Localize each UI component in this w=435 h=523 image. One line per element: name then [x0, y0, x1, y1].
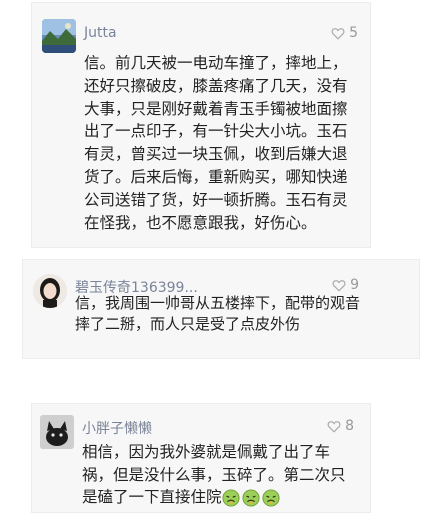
sick-face-emoji-icon: [221, 488, 240, 507]
heart-outline-icon[interactable]: [331, 27, 345, 40]
sick-face-emoji-icon: [241, 488, 260, 507]
comment-username[interactable]: Jutta: [84, 25, 117, 41]
avatar-landscape-image: [42, 19, 76, 53]
avatar[interactable]: [40, 415, 74, 449]
comment-text-value: 相信，因为我外婆就是佩戴了出了车祸，但是没什么事，玉碎了。第二次只是磕了一下直接…: [82, 443, 346, 506]
like-count[interactable]: 8: [327, 418, 354, 434]
comment-card-2: 碧玉传奇136399... 9 信，我周围一帅哥从五楼摔下，配带的观音摔了二掰，…: [22, 259, 420, 359]
like-count-value: 8: [345, 418, 354, 434]
like-count-value: 5: [349, 25, 358, 41]
comment-text: 信，我周围一帅哥从五楼摔下，配带的观音摔了二掰，而人只是受了点皮外伤: [75, 294, 361, 333]
like-count-value: 9: [350, 277, 359, 293]
heart-outline-icon[interactable]: [327, 420, 341, 433]
like-count[interactable]: 9: [332, 277, 359, 293]
comment-text: 相信，因为我外婆就是佩戴了出了车祸，但是没什么事，玉碎了。第二次只是磕了一下直接…: [82, 441, 354, 509]
avatar[interactable]: [42, 19, 76, 53]
comment-username[interactable]: 小胖子懒懒: [82, 418, 152, 438]
emoji-group: [221, 488, 280, 507]
comment-card-3: 小胖子懒懒 8 相信，因为我外婆就是佩戴了出了车祸，但是没什么事，玉碎了。第二次…: [31, 403, 371, 513]
like-count[interactable]: 5: [331, 25, 358, 41]
avatar[interactable]: [33, 274, 67, 308]
avatar-person-image: [33, 274, 67, 308]
comment-text: 信。前几天被一电动车撞了，摔地上，还好只擦破皮，膝盖疼痛了几天，没有大事，只是刚…: [84, 54, 348, 232]
heart-outline-icon[interactable]: [332, 279, 346, 292]
comment-card-1: Jutta 5 信。前几天被一电动车撞了，摔地上，还好只擦破皮，膝盖疼痛了几天，…: [31, 2, 371, 248]
avatar-cat-image: [40, 415, 74, 449]
sick-face-emoji-icon: [261, 488, 280, 507]
